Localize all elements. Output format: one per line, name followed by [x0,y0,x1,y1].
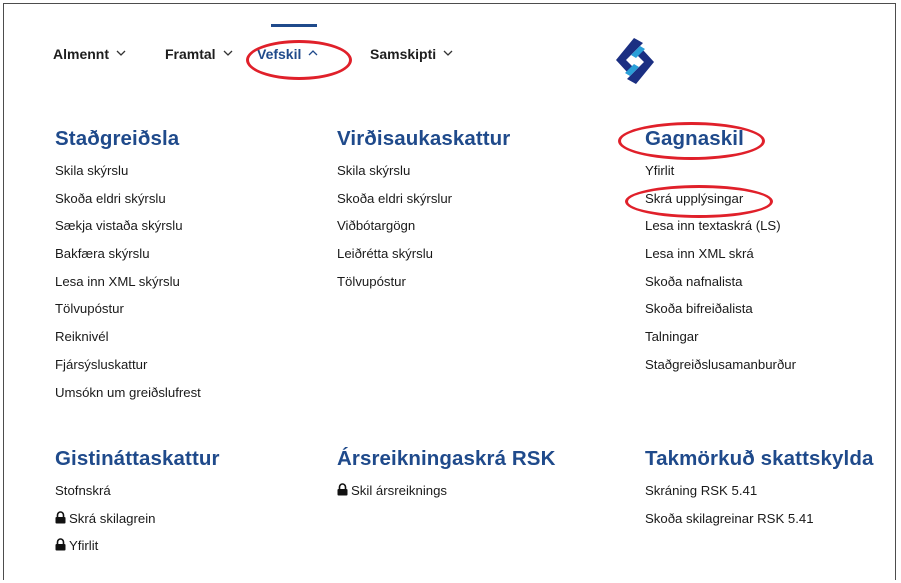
chevron-up-icon [308,50,318,56]
menu-link-label: Yfirlit [69,538,99,554]
section-gagnaskil: Gagnaskil Yfirlit Skrá upplýsingar Lesa … [645,126,796,383]
menu-link-label: Skil ársreiknings [351,483,448,498]
section-arsreikningaskra: Ársreikningaskrá RSK Skil ársreiknings [337,446,555,509]
rsk-logo-icon[interactable] [614,36,656,86]
menu-link-locked[interactable]: Skrá skilagrein [55,509,220,529]
menu-link[interactable]: Skila skýrslu [337,161,510,181]
lock-icon [337,483,348,496]
nav-vefskil-label: Vefskil [257,46,302,62]
section-gistinattaskattur: Gistináttaskattur Stofnskrá Skrá skilagr… [55,446,220,564]
section-title: Ársreikningaskrá RSK [337,447,556,470]
section-title: Gistináttaskattur [55,447,220,470]
nav-samskipti[interactable]: Samskipti [370,46,453,62]
menu-link[interactable]: Umsókn um greiðslufrest [55,383,201,403]
nav-vefskil[interactable]: Vefskil [257,46,318,62]
menu-link[interactable]: Yfirlit [645,161,796,181]
menu-link[interactable]: Skoða eldri skýrslur [337,189,510,209]
lock-icon [55,538,66,551]
menu-link[interactable]: Lesa inn textaskrá (LS) [645,216,796,236]
menu-link[interactable]: Tölvupóstur [55,299,201,319]
lock-icon [55,510,66,524]
menu-link[interactable]: Viðbótargögn [337,216,510,236]
menu-link[interactable]: Lesa inn XML skrá [645,244,796,264]
nav-almennt[interactable]: Almennt [53,46,126,62]
nav-samskipti-label: Samskipti [370,46,437,62]
menu-link[interactable]: Stofnskrá [55,481,220,501]
active-tab-indicator [271,24,317,27]
nav-framtal-label: Framtal [165,46,216,62]
section-title: Virðisaukaskattur [337,127,511,150]
menu-link-locked[interactable]: Skil ársreiknings [337,481,555,501]
menu-link[interactable]: Reiknivél [55,327,201,347]
menu-link[interactable]: Leiðrétta skýrslu [337,244,510,264]
menu-link[interactable]: Talningar [645,327,796,347]
menu-link[interactable]: Bakfæra skýrslu [55,244,201,264]
section-virdisaukaskattur: Virðisaukaskattur Skila skýrslu Skoða el… [337,126,510,299]
menu-link[interactable]: Skráning RSK 5.41 [645,481,873,501]
menu-link[interactable]: Tölvupóstur [337,272,510,292]
chevron-down-icon [116,50,126,56]
menu-link[interactable]: Staðgreiðslusamanburður [645,355,796,375]
menu-link[interactable]: Lesa inn XML skýrslu [55,272,201,292]
menu-link[interactable]: Sækja vistaða skýrslu [55,216,201,236]
section-title: Gagnaskil [645,127,744,150]
chevron-down-icon [443,50,453,56]
nav-framtal[interactable]: Framtal [165,46,233,62]
chevron-down-icon [223,50,233,56]
menu-link[interactable]: Skoða bifreiðalista [645,299,796,319]
section-takmorkud-skattskylda: Takmörkuð skattskylda Skráning RSK 5.41 … [645,446,873,536]
menu-link-locked[interactable]: Yfirlit [55,536,220,556]
menu-link-label: Skrá skilagrein [69,510,156,526]
menu-link[interactable]: Skrá upplýsingar [645,189,796,209]
section-stadgreidsla: Staðgreiðsla Skila skýrslu Skoða eldri s… [55,126,201,410]
section-title: Staðgreiðsla [55,127,180,150]
menu-link[interactable]: Skoða skilagreinar RSK 5.41 [645,509,873,529]
menu-link[interactable]: Skoða eldri skýrslu [55,189,201,209]
nav-almennt-label: Almennt [53,46,109,62]
section-title: Takmörkuð skattskylda [645,447,874,470]
menu-link[interactable]: Skoða nafnalista [645,272,796,292]
menu-link[interactable]: Skila skýrslu [55,161,201,181]
menu-link[interactable]: Fjársýsluskattur [55,355,201,375]
